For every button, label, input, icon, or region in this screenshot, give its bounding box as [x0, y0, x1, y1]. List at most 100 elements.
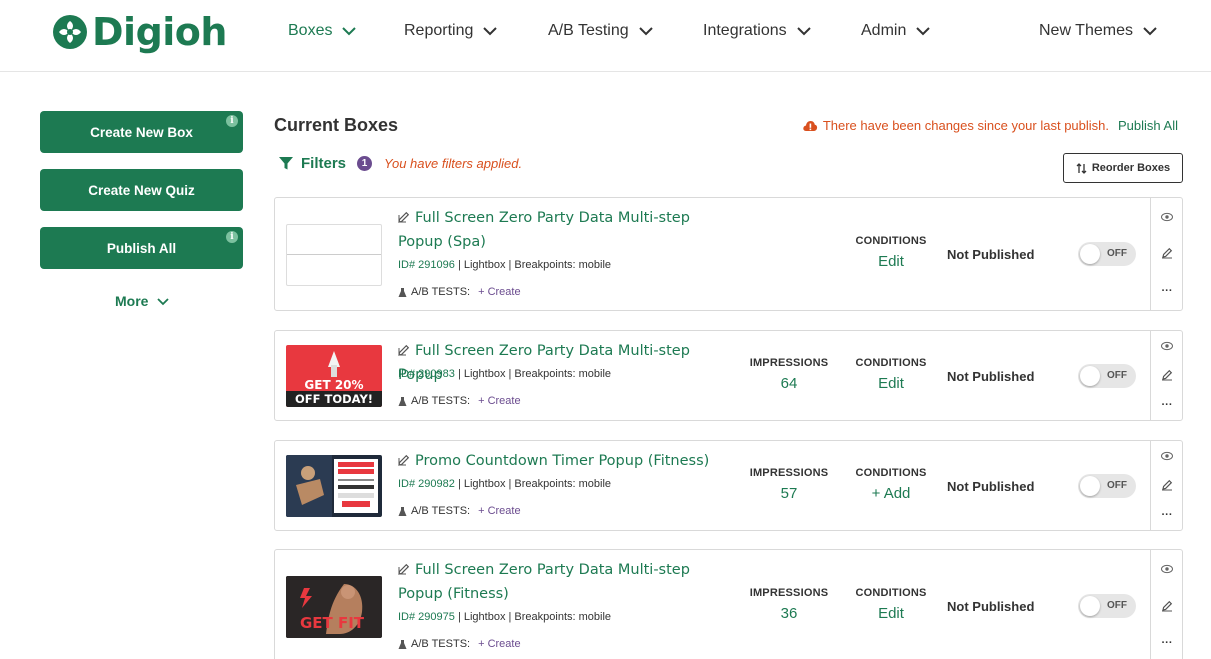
filter-icon	[279, 157, 293, 170]
promo-image-icon: GET 20% OFF TODAY!	[286, 351, 382, 407]
nav-admin[interactable]: Admin	[861, 22, 932, 40]
more-options-button[interactable]: ···	[1151, 392, 1183, 418]
conditions-action-link[interactable]: Edit	[847, 253, 935, 270]
edit-icon	[1162, 247, 1173, 259]
create-new-box-button[interactable]: Create New Box i	[40, 111, 243, 153]
filters-label: Filters	[301, 155, 347, 172]
publish-status: Not Published	[947, 599, 1035, 614]
more-options-button[interactable]: ···	[1151, 278, 1183, 304]
digioh-logo-icon	[53, 15, 87, 49]
box-actions-column: ···	[1150, 441, 1182, 530]
box-thumbnail[interactable]: GET 20% OFF TODAY!	[286, 345, 382, 407]
info-icon[interactable]: i	[226, 231, 238, 243]
edit-box-button[interactable]	[1151, 472, 1183, 498]
preview-button[interactable]	[1151, 443, 1183, 469]
nav-ab-testing[interactable]: A/B Testing	[548, 22, 655, 40]
box-id: ID# 291096	[398, 259, 455, 271]
box-title-link[interactable]: Promo Countdown Timer Popup (Fitness)	[398, 449, 728, 473]
box-thumbnail-blank[interactable]	[286, 224, 382, 286]
ab-tests-row: A/B TESTS: + Create	[398, 286, 521, 298]
nav-integrations-label: Integrations	[703, 22, 787, 39]
box-meta: ID# 290982 | Lightbox | Breakpoints: mob…	[398, 478, 611, 490]
conditions-action-link[interactable]: Edit	[847, 605, 935, 622]
publish-toggle[interactable]: OFF	[1078, 242, 1136, 266]
nav-new-themes[interactable]: New Themes	[1039, 22, 1159, 40]
box-card: Promo Countdown Timer Popup (Fitness) ID…	[274, 440, 1183, 531]
preview-button[interactable]	[1151, 333, 1183, 359]
toggle-knob	[1080, 476, 1100, 496]
ab-tests-row: A/B TESTS: + Create	[398, 505, 521, 517]
publish-toggle[interactable]: OFF	[1078, 474, 1136, 498]
edit-box-button[interactable]	[1151, 362, 1183, 388]
nav-boxes-label: Boxes	[288, 22, 333, 39]
ab-test-create-link[interactable]: + Create	[478, 286, 521, 298]
create-new-quiz-button[interactable]: Create New Quiz	[40, 169, 243, 211]
more-options-icon: ···	[1161, 637, 1173, 649]
box-actions-column: ···	[1150, 331, 1182, 420]
nav-reporting[interactable]: Reporting	[404, 22, 499, 40]
conditions-header: CONDITIONS	[855, 235, 927, 247]
box-details: | Lightbox | Breakpoints: mobile	[454, 259, 612, 271]
brand-name: Digioh	[92, 10, 227, 54]
more-options-button[interactable]: ···	[1151, 630, 1183, 656]
conditions-action-link[interactable]: + Add	[847, 485, 935, 502]
more-options-icon: ···	[1161, 399, 1173, 411]
filters-toggle[interactable]: Filters 1 You have filters applied.	[278, 155, 522, 172]
flask-icon	[398, 396, 407, 406]
impressions-value: 64	[780, 375, 798, 392]
toggle-state-text: OFF	[1107, 248, 1127, 259]
edit-box-button[interactable]	[1151, 240, 1183, 266]
nav-integrations[interactable]: Integrations	[703, 22, 813, 40]
impressions-header: IMPRESSIONS	[749, 357, 829, 369]
box-title-link[interactable]: Full Screen Zero Party Data Multi-step P…	[398, 206, 728, 254]
eye-icon	[1161, 451, 1173, 461]
alert-text: There have been changes since your last …	[822, 118, 1110, 133]
ab-test-create-link[interactable]: + Create	[478, 395, 521, 407]
box-title-link[interactable]: Full Screen Zero Party Data Multi-step P…	[398, 558, 728, 606]
toggle-knob	[1080, 244, 1100, 264]
chevron-down-icon	[1143, 27, 1157, 36]
publish-all-button[interactable]: Publish All i	[40, 227, 243, 269]
more-options-icon: ···	[1161, 285, 1173, 297]
page-title: Current Boxes	[274, 115, 399, 135]
chevron-down-icon	[796, 27, 811, 36]
reorder-boxes-button[interactable]: Reorder Boxes	[1063, 153, 1183, 183]
eye-icon	[1161, 564, 1173, 574]
svg-text:OFF TODAY!: OFF TODAY!	[295, 392, 373, 406]
edit-box-button[interactable]	[1151, 593, 1183, 619]
publish-toggle[interactable]: OFF	[1078, 594, 1136, 618]
publish-all-link[interactable]: Publish All	[1118, 118, 1178, 133]
eye-icon	[1161, 341, 1173, 351]
unpublished-changes-alert: There have been changes since your last …	[802, 118, 1178, 133]
preview-button[interactable]	[1151, 204, 1183, 230]
more-options-button[interactable]: ···	[1151, 502, 1183, 528]
flask-icon	[398, 287, 407, 297]
toggle-knob	[1080, 366, 1100, 386]
ab-test-create-link[interactable]: + Create	[478, 505, 521, 517]
digioh-logo[interactable]: Digioh	[52, 10, 227, 54]
box-thumbnail[interactable]	[286, 455, 382, 517]
publish-all-label: Publish All	[106, 240, 177, 256]
filters-count-badge: 1	[357, 156, 373, 171]
more-options-icon: ···	[1161, 509, 1173, 521]
preview-button[interactable]	[1151, 556, 1183, 582]
publish-status: Not Published	[947, 247, 1035, 262]
edit-icon	[398, 454, 410, 466]
publish-toggle[interactable]: OFF	[1078, 364, 1136, 388]
box-id: ID# 290982	[398, 478, 455, 490]
conditions-action-link[interactable]: Edit	[847, 375, 935, 392]
conditions-header: CONDITIONS	[855, 467, 927, 479]
box-thumbnail[interactable]: GET FIT	[286, 576, 382, 638]
impressions-header: IMPRESSIONS	[749, 587, 829, 599]
info-icon[interactable]: i	[226, 115, 238, 127]
box-card: Full Screen Zero Party Data Multi-step P…	[274, 197, 1183, 311]
edit-icon	[398, 563, 410, 575]
chevron-down-icon	[342, 27, 357, 36]
box-title-text: Full Screen Zero Party Data Multi-step P…	[398, 562, 690, 602]
box-id: ID# 290975	[398, 611, 455, 623]
more-menu[interactable]: More	[115, 293, 170, 309]
nav-boxes[interactable]: Boxes	[288, 22, 358, 40]
more-label: More	[115, 293, 149, 309]
ab-test-create-link[interactable]: + Create	[478, 638, 521, 650]
impressions-value: 57	[780, 485, 798, 502]
